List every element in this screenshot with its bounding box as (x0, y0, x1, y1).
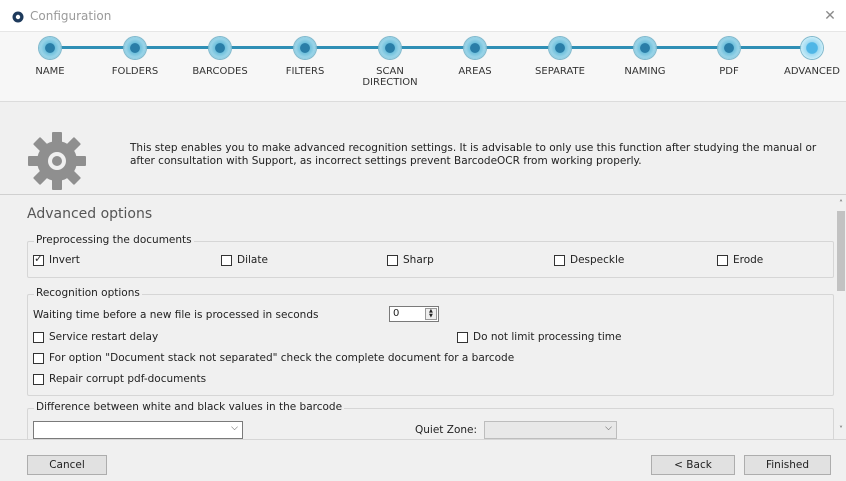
wait-time-stepper[interactable]: 0 ▲ ▼ (389, 306, 439, 322)
checkbox-label: Dilate (237, 254, 268, 266)
checkbox-box (33, 373, 44, 385)
sharp-checkbox[interactable]: Sharp (387, 254, 434, 266)
group-title: Recognition options (34, 287, 142, 299)
service-restart-checkbox[interactable]: Service restart delay (33, 331, 158, 343)
quiet-zone-select[interactable]: ⌵ (484, 421, 617, 439)
recognition-group: Recognition options Waiting time before … (27, 287, 834, 396)
step-label: BARCODES (192, 66, 248, 77)
step-label: NAME (35, 66, 65, 77)
scroll-down-icon[interactable]: ˅ (836, 425, 846, 435)
repair-pdf-checkbox[interactable]: Repair corrupt pdf-documents (33, 373, 206, 385)
no-limit-time-checkbox[interactable]: Do not limit processing time (457, 331, 621, 343)
checkbox-box (457, 331, 468, 343)
spin-buttons[interactable]: ▲ ▼ (425, 308, 437, 320)
difference-select[interactable]: ⌵ (33, 421, 243, 439)
vertical-scrollbar[interactable]: ˄ ˅ (836, 196, 846, 439)
info-panel: This step enables you to make advanced r… (0, 103, 846, 195)
stack-check-checkbox[interactable]: For option "Document stack not separated… (33, 352, 514, 364)
checkbox-box (33, 331, 44, 343)
step-label: AREAS (458, 66, 492, 77)
checkbox-label: Service restart delay (49, 331, 159, 343)
invert-checkbox[interactable]: ✓ Invert (33, 251, 80, 266)
step-dot-icon (634, 37, 656, 59)
checkbox-box: ✓ (33, 251, 44, 266)
checkbox-label: Sharp (403, 254, 434, 266)
back-button[interactable]: < Back (651, 455, 735, 475)
app-gear-icon (12, 11, 24, 23)
stepper-track (50, 46, 815, 49)
checkmark-icon: ✓ (34, 251, 44, 265)
despeckle-checkbox[interactable]: Despeckle (554, 254, 624, 266)
group-title: Preprocessing the documents (34, 234, 194, 246)
step-dot-icon (39, 37, 61, 59)
footer-bar: Cancel < Back Finished (0, 439, 846, 481)
step-dot-icon (718, 37, 740, 59)
checkbox-box (387, 254, 398, 266)
spin-down-icon[interactable]: ▼ (429, 314, 433, 319)
step-label: FILTERS (285, 66, 325, 77)
gear-icon (28, 132, 86, 190)
step-label: SCAN DIRECTION (362, 66, 418, 88)
scroll-up-icon[interactable]: ˄ (836, 199, 846, 209)
scroll-thumb[interactable] (837, 211, 845, 291)
checkbox-box (717, 254, 728, 266)
group-title: Difference between white and black value… (34, 401, 345, 413)
checkbox-box (33, 352, 44, 364)
finished-button[interactable]: Finished (744, 455, 831, 475)
difference-group: Difference between white and black value… (27, 401, 834, 439)
checkbox-label: Erode (733, 254, 764, 266)
window-title: Configuration (30, 9, 112, 23)
step-dot-icon (379, 37, 401, 59)
checkbox-box (554, 254, 565, 266)
info-description: This step enables you to make advanced r… (130, 142, 817, 167)
step-label: SEPARATE (535, 66, 585, 77)
checkbox-label: Invert (49, 254, 80, 266)
step-label: ADVANCED (784, 66, 840, 77)
checkbox-label: For option "Document stack not separated… (49, 352, 515, 364)
checkbox-label: Do not limit processing time (473, 331, 622, 343)
step-dot-icon (549, 37, 571, 59)
step-dot-active-icon (801, 37, 823, 59)
wait-time-label: Waiting time before a new file is proces… (33, 309, 319, 321)
step-label: NAMING (624, 66, 666, 77)
step-dot-icon (124, 37, 146, 59)
step-label: FOLDERS (111, 66, 159, 77)
checkbox-box (221, 254, 232, 266)
title-bar: Configuration ✕ (0, 0, 846, 32)
dilate-checkbox[interactable]: Dilate (221, 254, 268, 266)
close-button[interactable]: ✕ (814, 0, 846, 32)
section-title: Advanced options (27, 206, 153, 222)
advanced-options-panel: Advanced options Preprocessing the docum… (0, 196, 846, 439)
erode-checkbox[interactable]: Erode (717, 254, 763, 266)
step-dot-icon (294, 37, 316, 59)
step-dot-icon (464, 37, 486, 59)
step-label: PDF (719, 66, 739, 77)
wait-time-value: 0 (393, 308, 400, 319)
chevron-down-icon: ⌵ (605, 423, 612, 433)
checkbox-label: Despeckle (570, 254, 625, 266)
chevron-down-icon: ⌵ (231, 423, 238, 433)
cancel-button[interactable]: Cancel (27, 455, 107, 475)
wizard-stepper: NAME FOLDERS BARCODES FILTERS SCAN DIREC… (0, 32, 846, 102)
step-dot-icon (209, 37, 231, 59)
quiet-zone-label: Quiet Zone: (415, 424, 478, 436)
checkbox-label: Repair corrupt pdf-documents (49, 373, 207, 385)
preprocessing-group: Preprocessing the documents ✓ Invert Dil… (27, 234, 834, 278)
